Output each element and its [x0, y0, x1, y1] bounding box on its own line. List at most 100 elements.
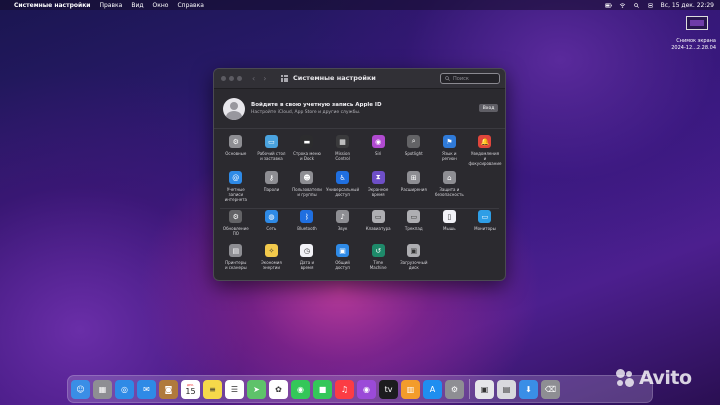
pref-desktop[interactable]: ▭ Рабочий стол и заставка: [254, 135, 290, 171]
spotlight-search-icon[interactable]: [633, 2, 640, 8]
screenshot-label-line2: 2024-12...2.28.04: [671, 45, 716, 51]
screenshot-file-thumbnail[interactable]: [686, 16, 708, 30]
search-field[interactable]: [440, 73, 500, 84]
network-icon: ◍: [264, 210, 278, 223]
menu-datetime[interactable]: Вс, 15 дек. 22:29: [661, 2, 714, 9]
pref-label: Экономия энергии: [261, 260, 282, 270]
menu-window[interactable]: Окно: [153, 2, 169, 9]
users-icon: ☻: [300, 171, 314, 184]
music-icon[interactable]: ♫: [335, 379, 354, 399]
pref-users[interactable]: ☻ Пользователи и группы: [289, 171, 325, 207]
menu-bar: Системные настройки Правка Вид Окно Спра…: [0, 0, 720, 10]
menu-help[interactable]: Справка: [177, 2, 203, 9]
trash-icon[interactable]: ⌫: [541, 379, 560, 399]
finder-icon[interactable]: ☺: [71, 379, 90, 399]
window-title: Системные настройки: [293, 74, 376, 82]
messages-icon[interactable]: ◉: [291, 379, 310, 399]
mission-control-icon: ▦: [336, 135, 350, 148]
accessibility-icon: ♿: [336, 171, 350, 184]
pref-trackpad[interactable]: ▭ Трекпад: [396, 210, 432, 244]
pref-mouse[interactable]: ▯ Мышь: [432, 210, 468, 244]
sign-in-button[interactable]: Вход: [479, 104, 498, 112]
screenshot-app-icon[interactable]: ▤: [497, 379, 516, 399]
preferences-section-personal: ⚙ Основные ▭ Рабочий стол и заставка ▬ Строка…: [218, 135, 503, 207]
avatar[interactable]: [223, 98, 245, 120]
pref-passwords[interactable]: ⚷ Пароли: [254, 171, 290, 207]
safari-icon[interactable]: ◎: [115, 379, 134, 399]
pref-general[interactable]: ⚙ Основные: [218, 135, 254, 171]
apple-id-subtitle: Настройте iCloud, App Store и другие слу…: [251, 110, 361, 115]
pref-label: Основные: [225, 151, 247, 156]
books-icon[interactable]: ▥: [401, 379, 420, 399]
pref-network[interactable]: ◍ Сеть: [254, 210, 290, 244]
minimize-button[interactable]: [229, 76, 234, 81]
pref-security[interactable]: ⌂ Защита и безопасность: [432, 171, 468, 207]
screenshot-file-label[interactable]: Снимок экрана 2024-12...2.28.04: [671, 38, 716, 52]
internet-accounts-icon: @: [229, 171, 243, 184]
pref-label: Строка меню и Dock: [293, 151, 321, 161]
preview-icon[interactable]: ▣: [475, 379, 494, 399]
pref-printers[interactable]: ▤ Принтеры и сканеры: [218, 244, 254, 278]
menu-app-name[interactable]: Системные настройки: [14, 2, 90, 9]
control-center-icon[interactable]: [647, 2, 654, 8]
watermark-text: Avito: [639, 367, 692, 389]
pref-keyboard[interactable]: ▭ Клавиатура: [360, 210, 396, 244]
podcasts-icon[interactable]: ◉: [357, 379, 376, 399]
pref-spotlight[interactable]: ⌕ Spotlight: [396, 135, 432, 171]
pref-label: Обновление ПО: [222, 226, 249, 236]
pref-label: Трекпад: [404, 226, 423, 231]
photos-icon[interactable]: ✿: [269, 379, 288, 399]
zoom-button[interactable]: [237, 76, 242, 81]
notes-icon[interactable]: ≡: [203, 379, 222, 399]
menu-edit[interactable]: Правка: [99, 2, 122, 9]
pref-time-machine[interactable]: ↺ Time Machine: [360, 244, 396, 278]
launchpad-icon[interactable]: ▦: [93, 379, 112, 399]
sound-icon: ♪: [336, 210, 350, 223]
pref-energy-saver[interactable]: ✧ Экономия энергии: [254, 244, 290, 278]
pref-dock[interactable]: ▬ Строка меню и Dock: [289, 135, 325, 171]
downloads-folder-icon[interactable]: ⬇: [519, 379, 538, 399]
pref-label: Расширения: [400, 187, 427, 192]
system-preferences-icon[interactable]: ⚙: [445, 379, 464, 399]
pref-mission-control[interactable]: ▦ Mission Control: [325, 135, 361, 171]
pref-extensions[interactable]: ⊞ Расширения: [396, 171, 432, 207]
back-arrow-icon[interactable]: ‹: [252, 74, 255, 83]
pref-label: Звук: [337, 226, 348, 231]
pref-software-update[interactable]: ⚙ Обновление ПО: [218, 210, 254, 244]
pref-label: Spotlight: [404, 151, 423, 156]
pref-sharing[interactable]: ▣ Общий доступ: [325, 244, 361, 278]
pref-screen-time[interactable]: ⧗ Экранное время: [360, 171, 396, 207]
tv-icon[interactable]: tv: [379, 379, 398, 399]
facetime-icon[interactable]: ■: [313, 379, 332, 399]
pref-bluetooth[interactable]: ᛒ Bluetooth: [289, 210, 325, 244]
battery-icon[interactable]: [604, 2, 612, 8]
close-button[interactable]: [221, 76, 226, 81]
spotlight-icon: ⌕: [407, 135, 421, 148]
pref-label: Мониторы: [474, 226, 496, 231]
pref-displays[interactable]: ▭ Мониторы: [467, 210, 503, 244]
trackpad-icon: ▭: [407, 210, 421, 223]
reminders-icon[interactable]: ☰: [225, 379, 244, 399]
contacts-icon[interactable]: ◙: [159, 379, 178, 399]
menu-view[interactable]: Вид: [131, 2, 143, 9]
menu-extras: Вс, 15 дек. 22:29: [604, 2, 714, 9]
calendar-icon[interactable]: ДЕК. 15: [181, 379, 200, 399]
search-input[interactable]: [453, 75, 493, 82]
pref-language[interactable]: ⚑ Язык и регион: [432, 135, 468, 171]
pref-internet-accounts[interactable]: @ Учетные записи интернета: [218, 171, 254, 207]
app-store-icon[interactable]: A: [423, 379, 442, 399]
pref-label: Рабочий стол и заставка: [257, 151, 286, 161]
navigation-arrows: ‹ ›: [252, 74, 266, 83]
show-all-grid-icon[interactable]: [281, 75, 288, 82]
pref-sound[interactable]: ♪ Звук: [325, 210, 361, 244]
maps-icon[interactable]: ➤: [247, 379, 266, 399]
pref-startup-disk[interactable]: ▣ Загрузочный диск: [396, 244, 432, 278]
pref-accessibility[interactable]: ♿ Универсальный доступ: [325, 171, 361, 207]
pref-notifications[interactable]: 🔔 Уведомления и фокусирование: [467, 135, 503, 171]
mail-icon[interactable]: ✉: [137, 379, 156, 399]
pref-siri[interactable]: ◉ Siri: [360, 135, 396, 171]
wifi-icon[interactable]: [619, 2, 626, 8]
forward-arrow-icon[interactable]: ›: [263, 74, 266, 83]
pref-date-time[interactable]: ◷ Дата и время: [289, 244, 325, 278]
pref-label: Дата и время: [299, 260, 315, 270]
